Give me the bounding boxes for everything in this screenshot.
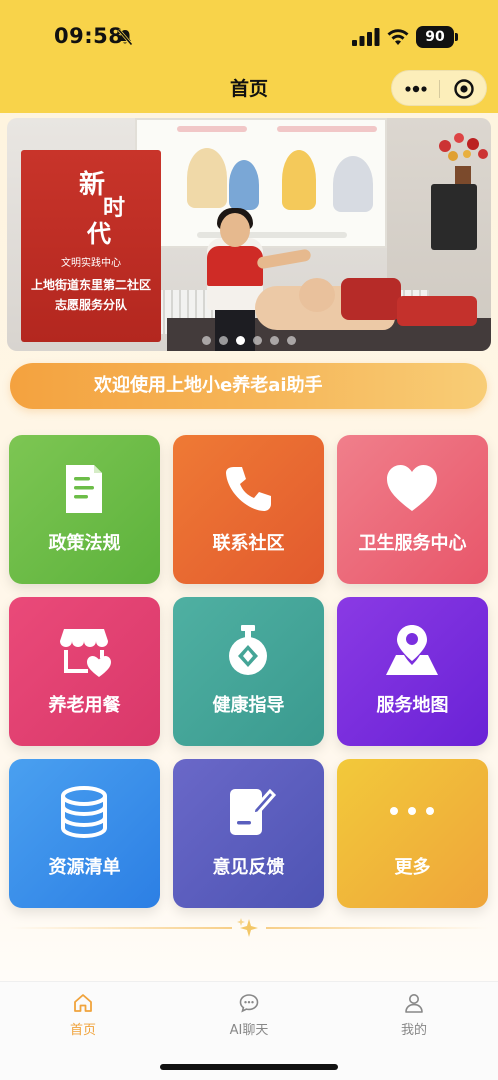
- presenter-head: [220, 213, 250, 247]
- carousel-dot-active[interactable]: [236, 336, 245, 345]
- tile-health-guide[interactable]: 健康指导: [173, 597, 324, 746]
- flower-decoration: [439, 133, 488, 184]
- screen-figure: [187, 148, 227, 208]
- presenter-vest: [207, 246, 263, 286]
- first-aid-case: [341, 278, 401, 320]
- projector-screen: [135, 118, 387, 248]
- flag-text: 文明实践中心: [61, 258, 121, 269]
- tile-policy[interactable]: 政策法规: [9, 435, 160, 584]
- screen-line: [177, 126, 247, 132]
- user-icon: [405, 994, 423, 1013]
- tile-feedback[interactable]: 意见反馈: [173, 759, 324, 908]
- screen-figure: [333, 156, 373, 212]
- tile-label: 服务地图: [376, 695, 449, 716]
- banner-carousel[interactable]: 新 时 代 文明实践中心 上地街道东里第二社区 志愿服务分队: [7, 118, 491, 351]
- tab-label: 首页: [69, 1023, 96, 1038]
- tab-label: 我的: [400, 1023, 427, 1038]
- tile-label: 资源清单: [48, 857, 121, 878]
- tile-service-map[interactable]: 服务地图: [337, 597, 488, 746]
- top-header: 09:58 90 首页: [0, 0, 498, 113]
- home-icon: [74, 994, 92, 1012]
- more-icon: [390, 807, 434, 815]
- tile-more[interactable]: 更多: [337, 759, 488, 908]
- tile-label: 意见反馈: [212, 857, 285, 878]
- map-pin-icon: [386, 625, 438, 675]
- welcome-text: 欢迎使用上地小e养老ai助手: [94, 375, 323, 396]
- carousel-dot[interactable]: [270, 336, 279, 345]
- signal-icon: [352, 28, 380, 46]
- more-dots-icon[interactable]: [404, 79, 428, 99]
- home-indicator: [160, 1064, 338, 1070]
- close-miniprogram-icon[interactable]: [453, 78, 475, 100]
- tile-label: 联系社区: [212, 533, 285, 554]
- tab-home[interactable]: 首页: [23, 982, 143, 1042]
- wifi-icon: [387, 29, 409, 45]
- cpr-dummy-head: [299, 278, 335, 312]
- status-bar: 09:58 90: [0, 22, 498, 54]
- carousel-dot[interactable]: [219, 336, 228, 345]
- divider-right: [266, 927, 488, 929]
- capsule-divider: [439, 80, 440, 98]
- status-time: 09:58: [54, 24, 124, 48]
- carousel-dot[interactable]: [287, 336, 296, 345]
- carousel-dot[interactable]: [202, 336, 211, 345]
- tile-resource-list[interactable]: 资源清单: [9, 759, 160, 908]
- divider-left: [10, 927, 232, 929]
- screen-figure: [282, 150, 316, 210]
- tile-health-center[interactable]: 卫生服务中心: [337, 435, 488, 584]
- database-icon: [61, 786, 107, 839]
- speaker-box: [431, 184, 477, 250]
- tab-ai-chat[interactable]: AI聊天: [189, 982, 309, 1042]
- carousel-indicator: [7, 330, 491, 345]
- flag-char: 新: [79, 170, 106, 200]
- flag-char: 代: [87, 219, 111, 248]
- carousel-dot[interactable]: [253, 336, 262, 345]
- welcome-banner: 欢迎使用上地小e养老ai助手: [10, 363, 487, 409]
- heart-icon: [387, 465, 437, 511]
- flag-text: 上地街道东里第二社区: [30, 278, 151, 292]
- battery-indicator: 90: [416, 26, 454, 48]
- screen-line: [277, 126, 377, 132]
- sparkle-icon: [237, 918, 258, 937]
- silent-bell-icon: [117, 28, 133, 46]
- tile-label: 更多: [394, 857, 431, 878]
- shop-heart-icon: [60, 629, 111, 677]
- tab-label: AI聊天: [229, 1023, 269, 1038]
- tile-elderly-meals[interactable]: 养老用餐: [9, 597, 160, 746]
- miniprogram-capsule: [391, 70, 487, 106]
- battery-tip: [455, 33, 458, 41]
- chat-icon: [239, 994, 259, 1013]
- tab-mine[interactable]: 我的: [354, 982, 474, 1042]
- medal-icon: [229, 625, 267, 675]
- tile-label: 卫生服务中心: [358, 533, 467, 554]
- tile-label: 政策法规: [48, 533, 121, 554]
- function-grid: 政策法规 联系社区 卫生服务中心 养老用餐 健康指导 服务地图 资源清单 意见反…: [9, 435, 489, 909]
- aed-case: [397, 296, 477, 326]
- tile-label: 健康指导: [212, 695, 285, 716]
- flag-text: 志愿服务分队: [54, 298, 127, 312]
- phone-icon: [226, 467, 271, 511]
- tile-contact-community[interactable]: 联系社区: [173, 435, 324, 584]
- presenter-arm: [256, 248, 312, 270]
- red-flag-banner: 新 时 代 文明实践中心 上地街道东里第二社区 志愿服务分队: [21, 150, 161, 342]
- document-icon: [66, 465, 102, 513]
- screen-figure: [229, 160, 259, 210]
- feedback-icon: [230, 788, 277, 835]
- tile-label: 养老用餐: [48, 695, 121, 716]
